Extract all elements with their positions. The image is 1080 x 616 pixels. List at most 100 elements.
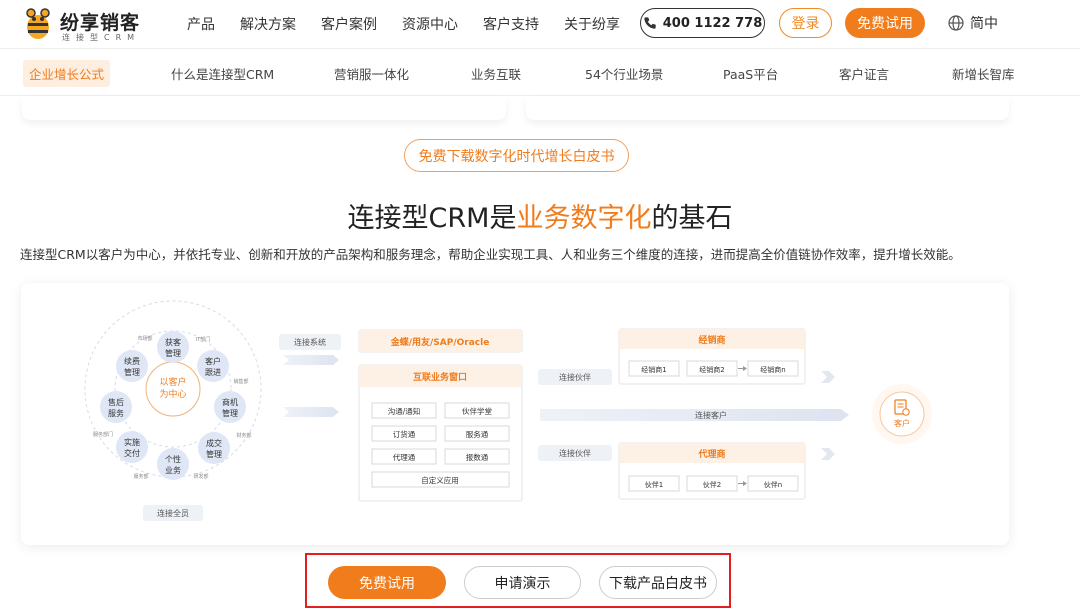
connect-customer-label: 连接客户 [695,410,727,420]
wheel-node-deal: 成交 管理 [198,432,230,464]
arrow-to-erp [283,355,339,365]
tab-growth-formula[interactable]: 企业增长公式 [23,60,111,87]
node-label: 跟进 [205,368,221,377]
tab-what-is-crm[interactable]: 什么是连接型CRM [171,64,274,83]
dept-label-sales: 销售部 [233,378,248,385]
node-label: 业务 [165,465,181,475]
window-item: 沟通/通知 [388,406,421,416]
node-label: 管理 [206,449,222,459]
node-label: 交付 [124,448,140,458]
nav-item-solutions[interactable]: 解决方案 [240,14,296,34]
node-label: 成交 [206,438,222,448]
headline-highlight: 业务数字化 [516,203,652,234]
wheel-center [145,361,201,417]
language-label: 简中 [970,16,998,32]
dept-label-service-dept: 服务部门 [93,431,113,438]
top-navigation-bar: 纷享销客 连接型CRM 产品 解决方案 客户案例 资源中心 客户支持 关于纷享 … [0,0,1080,48]
diagram-canvas: 以客户 为中心 获客 管理 客户 跟进 商机 管理 成交 管理 个性 业务 实施… [84,300,932,521]
section-headline: 连接型CRM是业务数字化的基石 [0,196,1080,235]
cta-download-whitepaper-button[interactable]: 下载产品白皮书 [599,566,717,599]
phone-number: 400 1122 778 [662,15,763,31]
custom-app-label: 自定义应用 [421,475,459,485]
node-label: 售后 [108,397,124,407]
nav-item-support[interactable]: 客户支持 [483,14,539,34]
window-item: 代理通 [393,452,416,462]
distributor-title: 经销商 [698,334,725,346]
wheel-node-opportunity: 商机 管理 [214,391,246,423]
main-nav: 产品 解决方案 客户案例 资源中心 客户支持 关于纷享 [187,14,645,34]
wheel-node-followup: 客户 跟进 [197,350,229,382]
wheel-node-delivery: 实施 交付 [116,431,148,463]
nav-item-cases[interactable]: 客户案例 [321,14,377,34]
bee-logo-icon [26,8,50,39]
wheel-node-acquisition: 获客 管理 [157,331,189,363]
cta-request-demo-button[interactable]: 申请演示 [464,566,581,599]
center-label-1: 以客户 [159,376,186,388]
nav-item-products[interactable]: 产品 [187,14,215,34]
agent-item: 伙伴1 [645,480,663,489]
tab-industry-scenarios[interactable]: 54个行业场景 [585,64,663,83]
distributor-item: 经销商n [760,365,785,374]
agent-item: 伙伴2 [703,480,721,489]
tab-business-interconnect[interactable]: 业务互联 [471,64,521,83]
brand-subtitle: 连接型CRM [62,33,141,42]
wheel-node-after-sales: 售后 服务 [100,391,132,423]
phone-button[interactable]: 400 1122 778 [640,8,765,38]
card-bottom-left [22,96,506,120]
distributor-item: 经销商2 [699,365,724,374]
brand-name: 纷享销客 [60,12,141,34]
node-label: 服务 [108,408,124,418]
dept-label-service: 服务部 [133,473,148,480]
tab-marketing-sales-service[interactable]: 营销服一体化 [334,64,409,83]
nav-item-about[interactable]: 关于纷享 [564,14,620,34]
agent-item: 伙伴n [764,480,782,489]
tab-testimonials[interactable]: 客户证言 [839,64,889,83]
node-label: 管理 [222,408,238,418]
tab-paas-platform[interactable]: PaaS平台 [723,64,778,83]
node-label: 客户 [205,356,221,366]
node-label: 个性 [165,454,181,464]
dept-label-rnd: 研发部 [193,473,208,480]
connect-partner-label-1: 连接伙伴 [559,372,591,382]
arrow-to-window [283,407,339,417]
free-trial-button[interactable]: 免费试用 [845,8,925,38]
distributor-item: 经销商1 [641,365,666,374]
dept-label-it: IT部门 [196,336,211,343]
window-item: 报数通 [466,452,489,462]
section-description: 连接型CRM以客户为中心，并依托专业、创新和开放的产品架构和服务理念，帮助企业实… [20,247,961,262]
wheel-node-renewal: 续费 管理 [116,350,148,382]
node-label: 管理 [124,367,140,377]
erp-label: 金蝶/用友/SAP/Oracle [390,336,490,348]
nav-item-resources[interactable]: 资源中心 [402,14,458,34]
cta-free-trial-button[interactable]: 免费试用 [328,566,446,599]
language-switcher[interactable]: 简中 [948,13,998,33]
dept-label-marketing: 市场部 [137,335,152,342]
node-label: 管理 [165,348,181,358]
tab-growth-think-tank[interactable]: 新增长智库 [952,64,1015,83]
connect-partner-label-2: 连接伙伴 [559,448,591,458]
customer-label: 客户 [894,418,910,428]
crm-architecture-diagram: 以客户 为中心 获客 管理 客户 跟进 商机 管理 成交 管理 个性 业务 实施… [21,283,1009,545]
phone-icon [644,17,656,29]
chevron-right-icon [821,371,835,383]
node-label: 获客 [165,337,181,347]
window-item: 服务通 [466,429,489,439]
download-whitepaper-button[interactable]: 免费下载数字化时代增长白皮书 [404,139,629,172]
node-label: 实施 [124,437,140,447]
window-item: 订货通 [393,429,416,439]
login-button[interactable]: 登录 [779,8,832,38]
agent-title: 代理商 [697,448,725,460]
brand-logo[interactable]: 纷享销客 连接型CRM [22,5,162,45]
headline-suffix: 的基石 [651,203,733,234]
window-item: 伙伴学堂 [462,406,492,416]
wheel-node-custom-business: 个性 业务 [157,448,189,480]
card-bottom-right [526,96,1009,120]
node-label: 续费 [124,356,140,366]
chevron-right-icon [821,448,835,460]
globe-icon [948,15,964,31]
headline-prefix: 连接型CRM是 [347,203,517,234]
business-window-title: 互联业务窗口 [413,371,467,383]
center-label-2: 为中心 [159,388,186,400]
connect-systems-label: 连接系统 [294,337,326,347]
node-label: 商机 [222,397,238,407]
